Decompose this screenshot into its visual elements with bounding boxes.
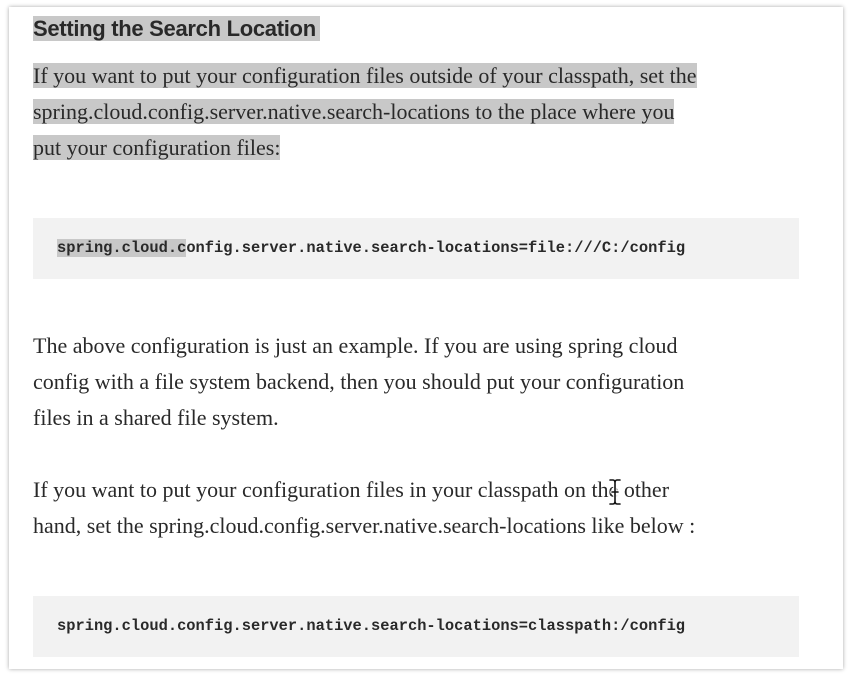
code-block-file: spring.cloud.config.server.native.search… xyxy=(33,218,799,279)
classpath-line-1: If you want to put your configuration fi… xyxy=(33,477,670,502)
classpath-line-2: hand, set the spring.cloud.config.server… xyxy=(33,513,696,538)
example-line-3: files in a shared file system. xyxy=(33,405,279,430)
text-cursor-icon xyxy=(608,478,622,506)
intro-paragraph: If you want to put your configuration fi… xyxy=(33,58,799,166)
code-rest: onfig.server.native.search-locations=fil… xyxy=(186,239,686,257)
intro-line-1: If you want to put your configuration fi… xyxy=(33,63,697,88)
article-frame: Setting the Search Location If you want … xyxy=(9,7,843,669)
section-heading: Setting the Search Location xyxy=(33,13,320,45)
code-selected-part: spring.cloud.c xyxy=(57,239,187,257)
intro-line-2: spring.cloud.config.server.native.search… xyxy=(33,99,675,124)
intro-line-3: put your configuration files: xyxy=(33,135,281,160)
classpath-paragraph: If you want to put your configuration fi… xyxy=(33,472,799,544)
code-block-classpath: spring.cloud.config.server.native.search… xyxy=(33,596,799,657)
example-paragraph: The above configuration is just an examp… xyxy=(33,328,799,436)
example-line-2: config with a file system backend, then … xyxy=(33,369,685,394)
heading-text: Setting the Search Location xyxy=(33,16,320,41)
example-line-1: The above configuration is just an examp… xyxy=(33,333,678,358)
